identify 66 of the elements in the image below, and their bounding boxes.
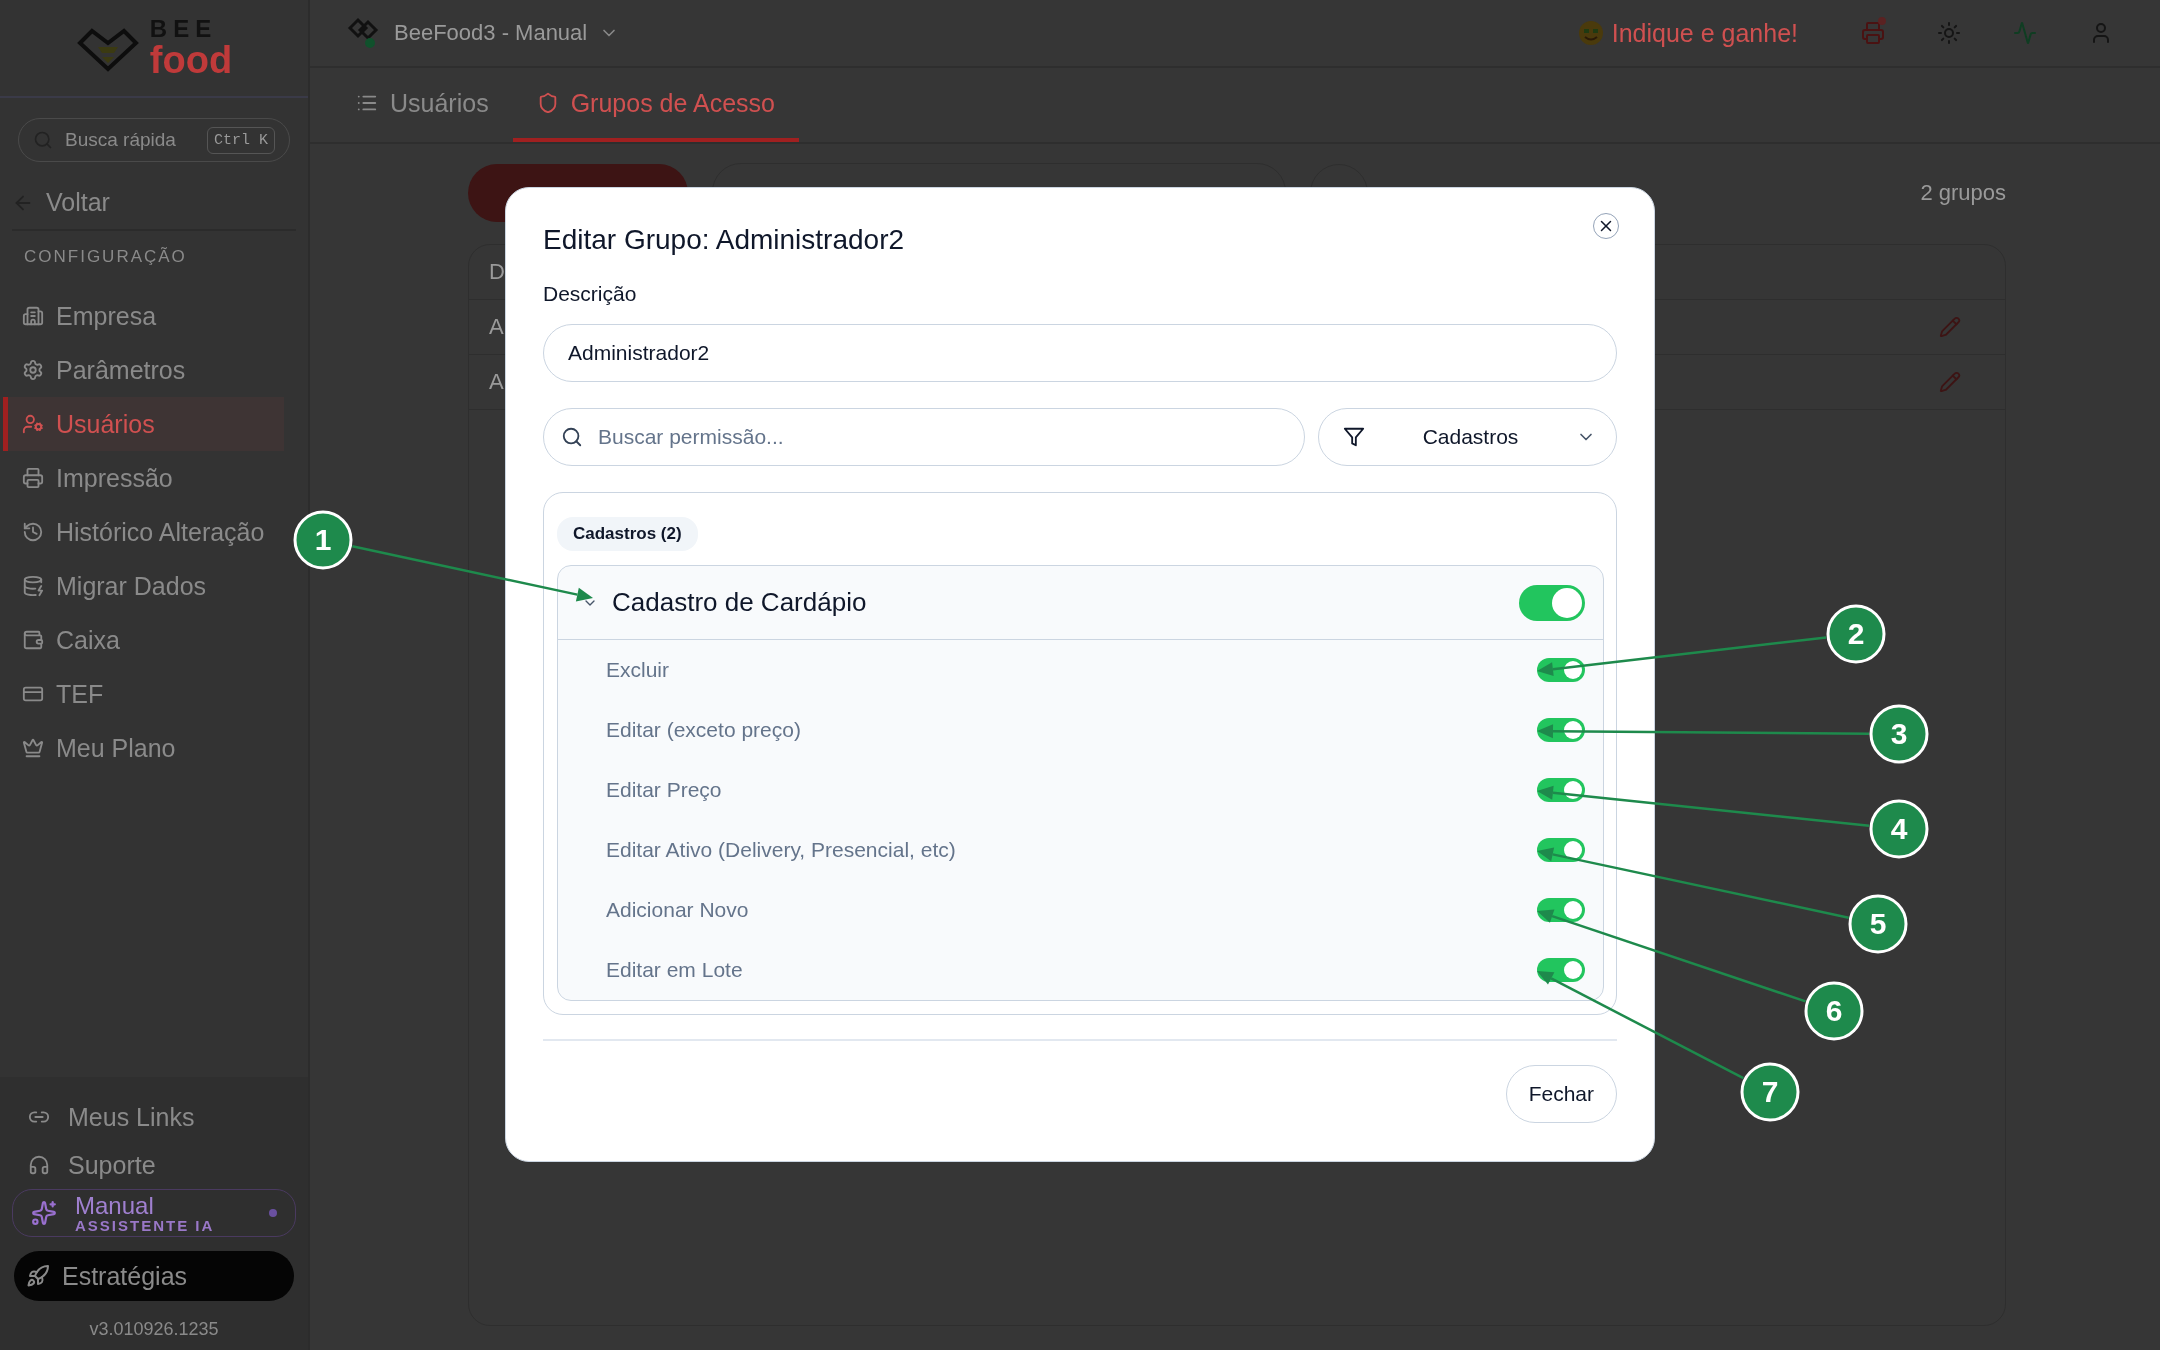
callout-badge: 2 [1826,604,1886,664]
callout-badge: 3 [1869,704,1929,764]
permission-label: Editar em Lote [606,958,744,982]
close-button[interactable] [1593,213,1619,239]
search-icon [561,426,583,448]
menu-item[interactable]: TEF [3,667,284,721]
permission-label: Adicionar Novo [606,898,750,922]
permission-label: Editar Ativo (Delivery, Presencial, etc) [606,838,957,862]
history-icon [22,521,44,543]
menu-item[interactable]: Parâmetros [3,343,284,397]
footer-link[interactable]: Meus Links [0,1093,308,1141]
rocket-icon [26,1264,50,1288]
category-dropdown[interactable]: Cadastros [1318,408,1617,466]
printer-icon [22,467,44,489]
callout-badge: 6 [1804,981,1864,1041]
permission-search-field[interactable]: Buscar permissão... [543,408,1305,466]
menu-item[interactable]: Usuários [3,397,284,451]
menu-item[interactable]: Migrar Dados [3,559,284,613]
section-heading: CONFIGURAÇÃO [24,247,188,267]
category-tag: Cadastros (2) [557,517,698,551]
wallet-icon [22,629,44,651]
table-cell: A [489,314,503,340]
permission-label: Excluir [606,658,670,682]
description-field[interactable]: Administrador2 [543,324,1617,382]
dialog-title: Editar Grupo: Administrador2 [543,224,905,256]
notification-dot [1878,17,1886,25]
workspace-selector[interactable]: BeeFood3 - Manual [394,20,620,46]
crown-icon [22,737,44,759]
status-dot [269,1209,277,1217]
callout-badge: 1 [293,510,353,570]
database-icon [22,575,44,597]
footer-link[interactable]: Suporte [0,1141,308,1189]
logo-text: food [149,41,233,79]
menu-item[interactable]: Impressão [3,451,284,505]
menu-item[interactable]: Histórico Alteração [3,505,284,559]
headset-icon [28,1154,50,1176]
shortcut-key: Ctrl K [207,126,275,154]
tab[interactable]: Grupos de Acesso [512,68,799,142]
sparkle-icon [31,1200,57,1226]
user-gear-icon [22,413,44,435]
referral-link[interactable]: Indique e ganhe! [1577,18,1798,48]
permission-label: Editar Preço [606,778,723,802]
back-link[interactable]: Voltar [12,188,296,231]
group-count: 2 grupos [1920,180,2006,206]
callout-badge: 5 [1848,894,1908,954]
smiley-icon [1577,20,1604,46]
callout-badge: 4 [1869,799,1929,859]
app-icon [346,16,380,50]
menu-item[interactable]: Meu Plano [3,721,284,775]
assistant-button[interactable]: Manual ASSISTENTE IA [12,1189,296,1237]
callout-badge: 7 [1740,1062,1800,1122]
menu-item[interactable]: Empresa [3,289,284,343]
menu-item[interactable]: Caixa [3,613,284,667]
permission-label: Editar (exceto preço) [606,718,802,742]
building-icon [22,305,44,327]
table-cell: A [489,369,503,395]
group-name: Cadastro de Cardápio [612,587,868,618]
tab[interactable]: Usuários [332,68,513,142]
gear-icon [22,359,44,381]
strategies-button[interactable]: Estratégias [14,1251,294,1301]
version-text: v3.010926.1235 [88,1319,220,1340]
column-header: D [489,259,503,285]
close-dialog-button[interactable]: Fechar [1505,1065,1617,1123]
toggle-switch[interactable] [1519,584,1585,621]
field-label: Descrição [543,282,638,306]
filter-icon [1343,426,1365,448]
